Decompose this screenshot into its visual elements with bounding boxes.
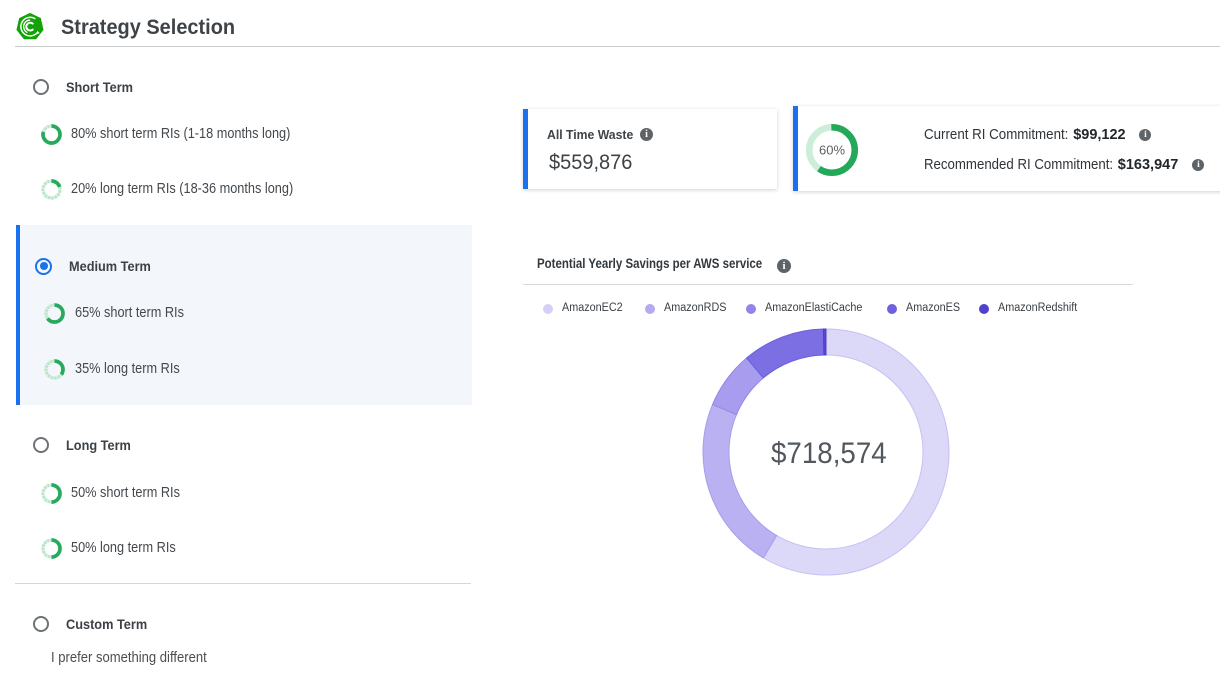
svg-text:60%: 60% (819, 143, 845, 158)
